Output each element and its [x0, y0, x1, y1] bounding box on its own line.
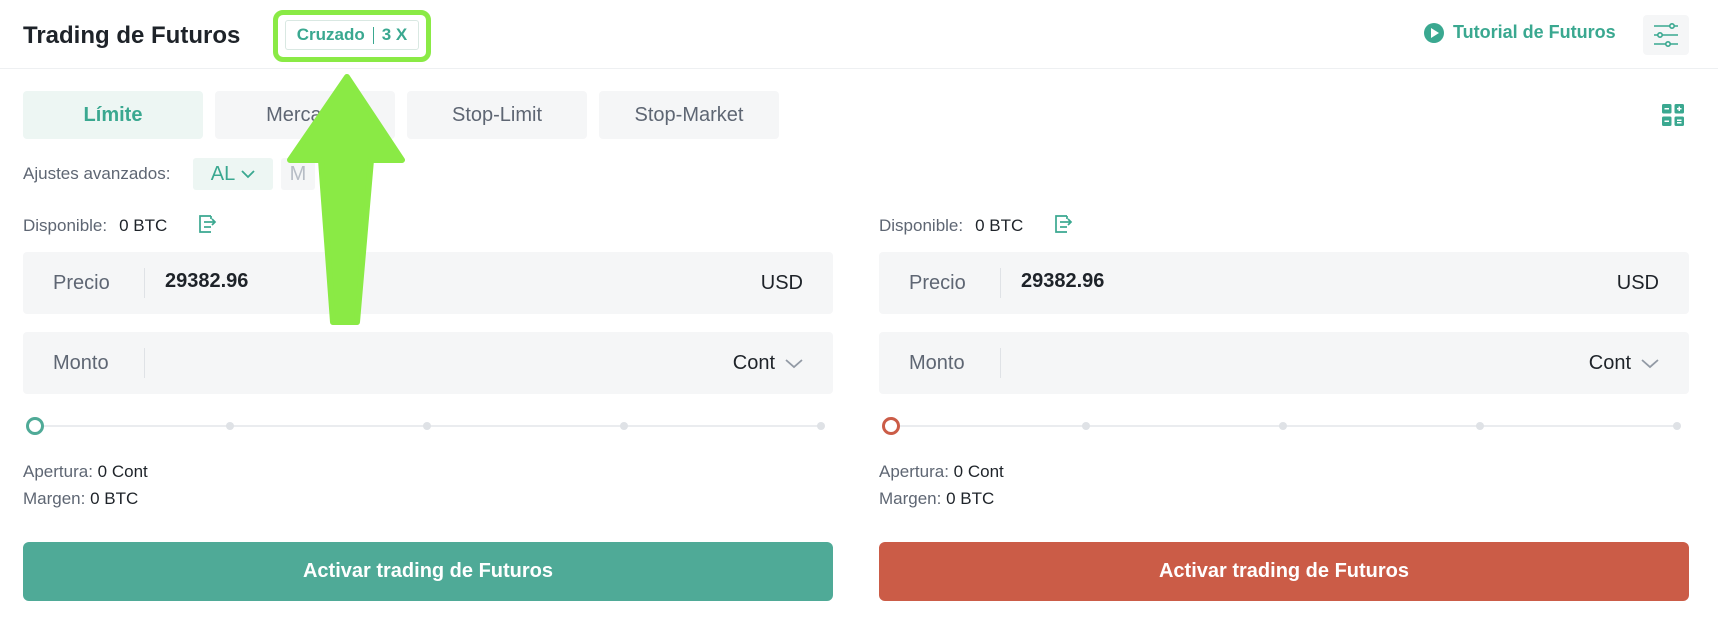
slider-step[interactable] [1673, 422, 1681, 430]
sell-amount-slider[interactable] [879, 416, 1689, 436]
sell-panel: Disponible: 0 BTC Precio USD Monto Cont [879, 0, 1689, 636]
price-unit: USD [760, 272, 803, 294]
buy-activate-futures-button[interactable]: Activar trading de Futuros [23, 542, 833, 601]
slider-step[interactable] [226, 422, 234, 430]
available-label: Disponible: [879, 216, 964, 235]
sell-activate-futures-button[interactable]: Activar trading de Futuros [879, 542, 1689, 601]
sell-available: Disponible: 0 BTC [879, 214, 1073, 236]
chevron-down-icon [785, 358, 803, 368]
slider-thumb[interactable] [26, 417, 44, 435]
slider-step[interactable] [1082, 422, 1090, 430]
amount-label: Monto [53, 352, 109, 374]
field-divider [144, 268, 145, 298]
sell-amount-field[interactable]: Monto Cont [879, 332, 1689, 394]
price-label: Precio [53, 272, 110, 294]
buy-available: Disponible: 0 BTC [23, 214, 217, 236]
amount-unit-dropdown[interactable]: Cont [1589, 352, 1659, 375]
slider-step[interactable] [423, 422, 431, 430]
sell-margin: Margen: 0 BTC [879, 489, 994, 509]
amount-unit-label: Cont [732, 352, 775, 374]
buy-amount-input[interactable] [165, 350, 665, 373]
field-divider [144, 348, 145, 378]
price-unit: USD [1616, 272, 1659, 294]
buy-margin: Margen: 0 BTC [23, 489, 138, 509]
chevron-down-icon [1641, 358, 1659, 368]
margin-label: Margen: [879, 489, 942, 508]
sell-price-field[interactable]: Precio USD [879, 252, 1689, 314]
field-divider [1000, 268, 1001, 298]
buy-amount-field[interactable]: Monto Cont [23, 332, 833, 394]
available-value: 0 BTC [975, 216, 1024, 235]
field-divider [1000, 348, 1001, 378]
opening-label: Apertura: [23, 462, 93, 481]
buy-panel: Disponible: 0 BTC Precio USD Monto Cont [23, 0, 833, 636]
price-label: Precio [909, 272, 966, 294]
buy-opening: Apertura: 0 Cont [23, 462, 148, 482]
margin-label: Margen: [23, 489, 86, 508]
transfer-icon[interactable] [1053, 214, 1073, 234]
margin-value: 0 BTC [90, 489, 139, 508]
amount-label: Monto [909, 352, 965, 374]
slider-step[interactable] [1279, 422, 1287, 430]
buy-price-field[interactable]: Precio USD [23, 252, 833, 314]
slider-step[interactable] [620, 422, 628, 430]
sell-amount-input[interactable] [1021, 350, 1521, 373]
available-label: Disponible: [23, 216, 108, 235]
opening-value: 0 Cont [97, 462, 148, 481]
available-value: 0 BTC [119, 216, 168, 235]
sell-opening: Apertura: 0 Cont [879, 462, 1004, 482]
buy-price-input[interactable] [165, 270, 665, 293]
buy-amount-slider[interactable] [23, 416, 833, 436]
slider-step[interactable] [1476, 422, 1484, 430]
transfer-icon[interactable] [197, 214, 217, 234]
slider-thumb[interactable] [882, 417, 900, 435]
amount-unit-label: Cont [1588, 352, 1631, 374]
sell-price-input[interactable] [1021, 270, 1521, 293]
margin-value: 0 BTC [946, 489, 995, 508]
slider-step[interactable] [817, 422, 825, 430]
opening-label: Apertura: [879, 462, 949, 481]
opening-value: 0 Cont [953, 462, 1004, 481]
amount-unit-dropdown[interactable]: Cont [733, 352, 803, 375]
